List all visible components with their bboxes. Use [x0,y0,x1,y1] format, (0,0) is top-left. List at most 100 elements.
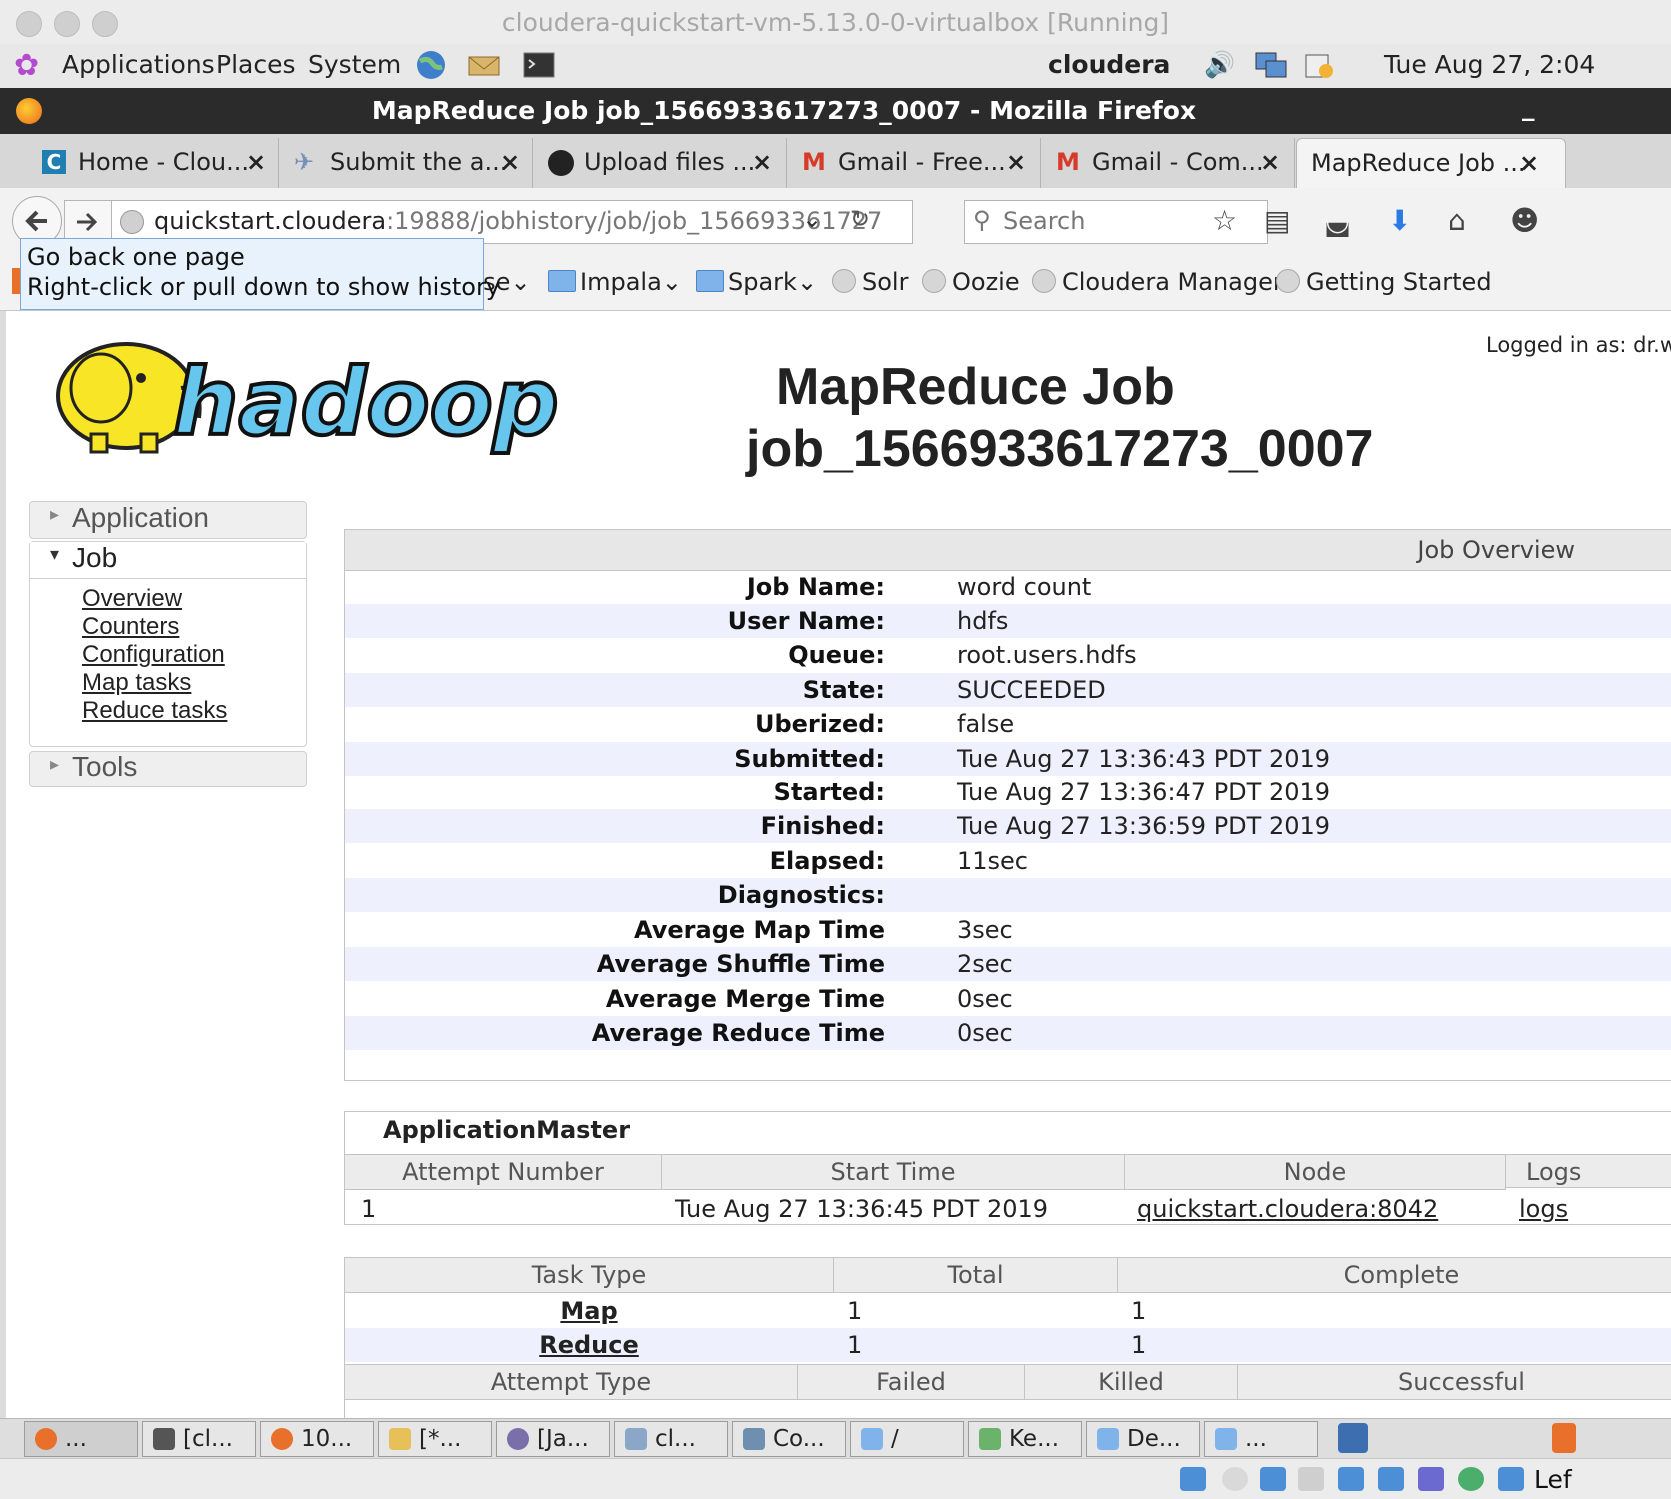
task-type-map-link[interactable]: Map [345,1294,833,1328]
bookmark-spark[interactable]: Spark⌄ [696,268,817,296]
sidebar-application-label: Application [72,502,209,533]
menu-system[interactable]: System [308,50,401,79]
bookmark-label: Oozie [952,268,1020,296]
workspace-switcher-icon[interactable] [1338,1423,1368,1453]
sidebar-link-reduce-tasks[interactable]: Reduce tasks [82,697,227,725]
overview-value: Tue Aug 27 13:36:47 PDT 2019 [957,778,1331,806]
tab-label: Gmail - Free... [838,148,1006,176]
task-type-reduce-link[interactable]: Reduce [345,1328,833,1362]
bookmark-oozie[interactable]: Oozie [922,268,1020,296]
bookmark-impala[interactable]: Impala⌄ [548,268,682,296]
firefox-launcher-icon[interactable] [1552,1423,1576,1453]
bookmark-star-icon[interactable]: ☆ [1212,204,1237,237]
node-link[interactable]: quickstart.cloudera:8042 [1137,1192,1438,1226]
minimize-button[interactable]: _ [1522,92,1535,121]
url-host: quickstart.cloudera [154,207,387,235]
home-icon[interactable]: ⌂ [1448,204,1466,237]
bookmark-cloudera-manager[interactable]: Cloudera Manager [1032,268,1283,296]
github-icon [548,150,574,176]
sidebar-application[interactable]: ▸ Application [29,501,307,539]
hadoop-logo[interactable]: hadoop [31,326,571,466]
sidebar-link-overview[interactable]: Overview [82,585,182,613]
taskbar-item-firefox[interactable]: ... [24,1421,138,1457]
tab-close-icon[interactable]: × [500,148,520,176]
firefox-icon [35,1428,57,1450]
task-summary-table: Task Type Total Complete Map 1 1 Reduce … [344,1257,1671,1418]
column-header[interactable]: Complete [1118,1258,1671,1293]
bookmark-getting-started[interactable]: Getting Started [1276,268,1492,296]
column-header[interactable]: Attempt Type [345,1364,798,1400]
mouse-integration-icon[interactable] [1498,1467,1524,1491]
column-header[interactable]: Total [834,1258,1118,1293]
tab-gmail-com[interactable]: M Gmail - Com... × [1042,138,1295,188]
display-icon[interactable] [1378,1467,1404,1491]
taskbar-item-kerberos[interactable]: Ke... [968,1421,1082,1457]
column-header[interactable]: Start Time [662,1154,1125,1190]
browser-globe-icon[interactable] [414,49,448,81]
downloads-icon[interactable]: ⬇ [1388,204,1411,237]
menu-applications[interactable]: Applications [62,50,215,79]
terminal-icon[interactable] [522,49,556,81]
column-header[interactable]: Failed [798,1364,1025,1400]
sidebar-link-counters[interactable]: Counters [82,613,179,641]
update-notifier-icon[interactable] [1302,49,1336,81]
logs-link[interactable]: logs [1519,1192,1568,1226]
tab-label: Upload files ... [584,148,756,176]
tab-close-icon[interactable]: × [752,148,772,176]
pocket-icon[interactable]: ◛ [1324,204,1351,237]
overview-label: Finished: [760,812,885,840]
column-header[interactable]: Killed [1025,1364,1238,1400]
tab-gmail-free[interactable]: M Gmail - Free... × [788,138,1041,188]
tab-mapreduce-job[interactable]: MapReduce Job ... × [1296,138,1566,189]
taskbar-item-computer[interactable]: Co... [732,1421,846,1457]
sidebar-tools[interactable]: ▸ Tools [29,751,307,787]
taskbar-item-folder[interactable]: ... [1204,1421,1318,1457]
tab-close-icon[interactable]: × [246,148,266,176]
taskbar-label: 10... [301,1426,353,1452]
column-header[interactable]: Successful [1238,1364,1671,1400]
column-header[interactable]: Logs [1506,1154,1671,1188]
network-adapter-icon[interactable] [1260,1467,1286,1491]
url-dropdown-icon[interactable]: ⌄ [802,205,822,233]
tab-upload-files[interactable]: Upload files ... × [534,138,787,188]
taskbar-item-root-folder[interactable]: / [850,1421,964,1457]
recording-icon[interactable] [1418,1467,1444,1491]
sidebar-link-configuration[interactable]: Configuration [82,641,225,669]
taskbar-item-folder-cl[interactable]: cl... [614,1421,728,1457]
clock[interactable]: Tue Aug 27, 2:04 [1384,50,1595,79]
usb-icon[interactable] [1298,1467,1324,1491]
tab-submit[interactable]: ✈ Submit the a... × [280,138,533,188]
sidebar-link-map-tasks[interactable]: Map tasks [82,669,191,697]
column-header[interactable]: Node [1125,1154,1506,1190]
mail-icon[interactable] [466,49,500,81]
network-icon[interactable] [1254,49,1288,81]
plane-icon: ✈ [294,148,315,176]
tab-close-icon[interactable]: × [1260,148,1280,176]
menu-places[interactable]: Places [216,50,296,79]
optical-drive-icon[interactable] [1222,1467,1248,1491]
cpu-icon[interactable] [1458,1467,1484,1491]
bookmark-solr[interactable]: Solr [832,268,908,296]
site-info-icon[interactable] [120,210,144,234]
chat-icon[interactable]: ☻ [1510,204,1539,237]
column-header[interactable]: Task Type [345,1258,834,1293]
taskbar-item-firefox-2[interactable]: 10... [260,1421,374,1457]
vm-window-title: cloudera-quickstart-vm-5.13.0-0-virtualb… [501,8,1170,37]
reload-icon[interactable]: ↻ [850,205,870,233]
taskbar-item-terminal[interactable]: [cl... [142,1421,256,1457]
sidebar-job-header[interactable]: ▾ Job [30,542,306,579]
shared-folders-icon[interactable] [1338,1467,1364,1491]
volume-icon[interactable]: 🔊 [1204,50,1235,80]
tab-close-icon[interactable]: × [1006,148,1026,176]
column-header[interactable]: Attempt Number [345,1154,662,1190]
job-overview-title: Job Overview [1417,536,1575,564]
taskbar-item-java[interactable]: [Ja... [496,1421,610,1457]
taskbar-item-editor[interactable]: [*... [378,1421,492,1457]
taskbar-item-desktop[interactable]: De... [1086,1421,1200,1457]
tab-close-icon[interactable]: × [1519,149,1539,177]
tab-home-cloudera[interactable]: C Home - Clou... × [24,138,279,188]
text-editor-icon [389,1428,411,1450]
tab-label: Submit the a... [330,148,508,176]
reading-list-icon[interactable]: ▤ [1264,204,1290,237]
hard-disk-icon[interactable] [1180,1467,1206,1491]
